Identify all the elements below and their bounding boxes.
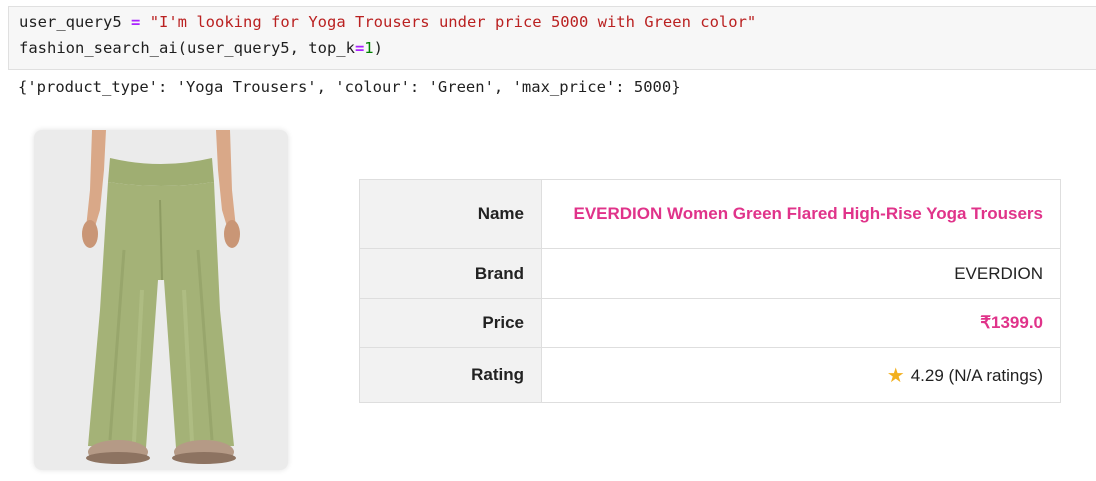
- kwarg-operator: =: [354, 39, 365, 57]
- name-label: Name: [359, 179, 542, 249]
- table-row: Rating ★ 4.29 (N/A ratings): [359, 347, 1061, 403]
- product-image: [34, 130, 288, 470]
- cell-output-text: {'product_type': 'Yoga Trousers', 'colou…: [18, 78, 681, 96]
- variable-name: user_query5: [19, 13, 122, 31]
- brand-label: Brand: [359, 248, 542, 299]
- query-string: "I'm looking for Yoga Trousers under pri…: [149, 13, 757, 31]
- price-label: Price: [359, 298, 542, 348]
- table-row: Name EVERDION Women Green Flared High-Ri…: [359, 179, 1061, 249]
- line-1: user_query5 = "I'm looking for Yoga Trou…: [19, 13, 756, 31]
- line-2: fashion_search_ai(user_query5, top_k=1): [19, 39, 383, 57]
- star-icon: ★: [886, 364, 905, 387]
- function-call: fashion_search_ai(user_query5, top_k: [19, 39, 355, 57]
- rating-label: Rating: [359, 347, 542, 403]
- table-row: Price ₹1399.0: [359, 298, 1061, 348]
- brand-value: EVERDION: [541, 248, 1061, 299]
- rating-value: 4.29 (N/A ratings): [910, 365, 1043, 385]
- code-cell[interactable]: user_query5 = "I'm looking for Yoga Trou…: [8, 6, 1096, 70]
- top-k-number: 1: [364, 39, 374, 57]
- green-flared-trousers-photo: [34, 130, 288, 470]
- price-value: ₹1399.0: [541, 298, 1061, 348]
- table-row: Brand EVERDION: [359, 248, 1061, 299]
- assign-operator: =: [131, 13, 141, 31]
- product-info-table: Name EVERDION Women Green Flared High-Ri…: [359, 179, 1061, 403]
- close-paren: ): [373, 39, 383, 57]
- product-name: EVERDION Women Green Flared High-Rise Yo…: [541, 179, 1061, 249]
- rating-cell: ★ 4.29 (N/A ratings): [541, 347, 1061, 403]
